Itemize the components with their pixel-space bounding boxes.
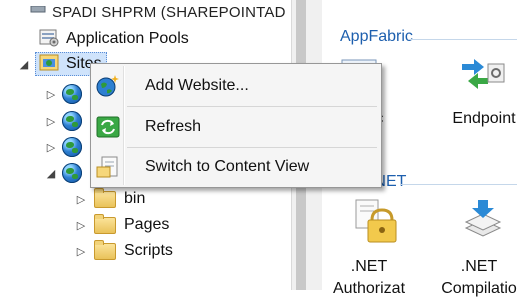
label-line: .NET bbox=[350, 258, 388, 275]
expand-icon[interactable]: ▷ bbox=[74, 192, 88, 206]
folder-label: bin bbox=[124, 190, 146, 207]
tree-node-bin[interactable]: ▷ bin bbox=[74, 187, 145, 211]
endpoints-icon[interactable] bbox=[458, 50, 508, 102]
menu-item-switch-content-view[interactable]: Switch to Content View bbox=[93, 149, 379, 185]
sites-folder-icon bbox=[38, 52, 60, 77]
website-globe-icon bbox=[62, 137, 82, 157]
net-compilation-label[interactable]: .NET Compilatio bbox=[434, 256, 517, 300]
folder-icon bbox=[94, 187, 116, 208]
label-line: Endpoint bbox=[452, 110, 516, 127]
add-website-icon bbox=[93, 74, 123, 98]
menu-separator bbox=[127, 106, 377, 107]
refresh-icon bbox=[93, 116, 123, 138]
expand-icon[interactable]: ▷ bbox=[44, 114, 58, 128]
collapse-icon[interactable]: ◢ bbox=[17, 57, 31, 71]
menu-item-add-website[interactable]: Add Website... bbox=[93, 68, 379, 104]
folder-shortcut-icon bbox=[94, 213, 116, 234]
tree-node-application-pools[interactable]: Application Pools bbox=[38, 27, 189, 51]
tree-node-site-3[interactable]: ▷ bbox=[44, 135, 82, 159]
expand-icon[interactable]: ▷ bbox=[74, 244, 88, 258]
server-icon bbox=[30, 3, 46, 21]
section-divider bbox=[400, 184, 517, 185]
section-appfabric-title: AppFabric bbox=[340, 28, 413, 45]
label-line: Authorizat bbox=[332, 280, 406, 297]
website-globe-question-icon bbox=[62, 111, 82, 131]
folder-label: Scripts bbox=[124, 242, 173, 259]
content-view-icon bbox=[93, 155, 123, 179]
tree-node-site-2[interactable]: ▷ bbox=[44, 109, 82, 133]
menu-item-label: Switch to Content View bbox=[145, 158, 310, 175]
net-authorization-label[interactable]: .NET Authorizat bbox=[324, 256, 414, 300]
label-line: .NET bbox=[460, 258, 498, 275]
endpoints-label[interactable]: Endpoint bbox=[444, 108, 517, 130]
website-globe-icon bbox=[62, 84, 82, 104]
tree-node-site-4[interactable]: ◢ bbox=[44, 161, 82, 185]
expand-icon[interactable]: ▷ bbox=[44, 87, 58, 101]
tree-node-scripts[interactable]: ▷ Scripts bbox=[74, 239, 173, 263]
application-pools-label: Application Pools bbox=[66, 30, 189, 47]
tree-node-site-1[interactable]: ▷ bbox=[44, 82, 82, 106]
compilation-icon[interactable] bbox=[460, 198, 506, 246]
section-divider bbox=[410, 39, 517, 40]
label-line: Compilatio bbox=[441, 280, 517, 297]
menu-item-label: Refresh bbox=[145, 118, 202, 135]
website-globe-icon bbox=[62, 163, 82, 183]
tree-node-server[interactable]: SPADI SHPRM (SHAREPOINTAD bbox=[30, 0, 286, 24]
context-menu: Add Website... Refresh Switch to Content bbox=[90, 63, 382, 188]
menu-separator bbox=[127, 147, 377, 148]
menu-item-refresh[interactable]: Refresh bbox=[93, 109, 379, 145]
menu-item-label: Add Website... bbox=[145, 77, 249, 94]
authorization-lock-icon[interactable] bbox=[352, 198, 398, 246]
tree-node-pages[interactable]: ▷ Pages bbox=[74, 213, 169, 237]
folder-shortcut-icon bbox=[94, 239, 116, 260]
folder-label: Pages bbox=[124, 216, 170, 233]
expand-icon[interactable]: ▷ bbox=[74, 218, 88, 232]
application-pools-icon bbox=[38, 26, 60, 53]
collapse-icon[interactable]: ◢ bbox=[44, 166, 58, 180]
expand-icon[interactable]: ▷ bbox=[44, 140, 58, 154]
